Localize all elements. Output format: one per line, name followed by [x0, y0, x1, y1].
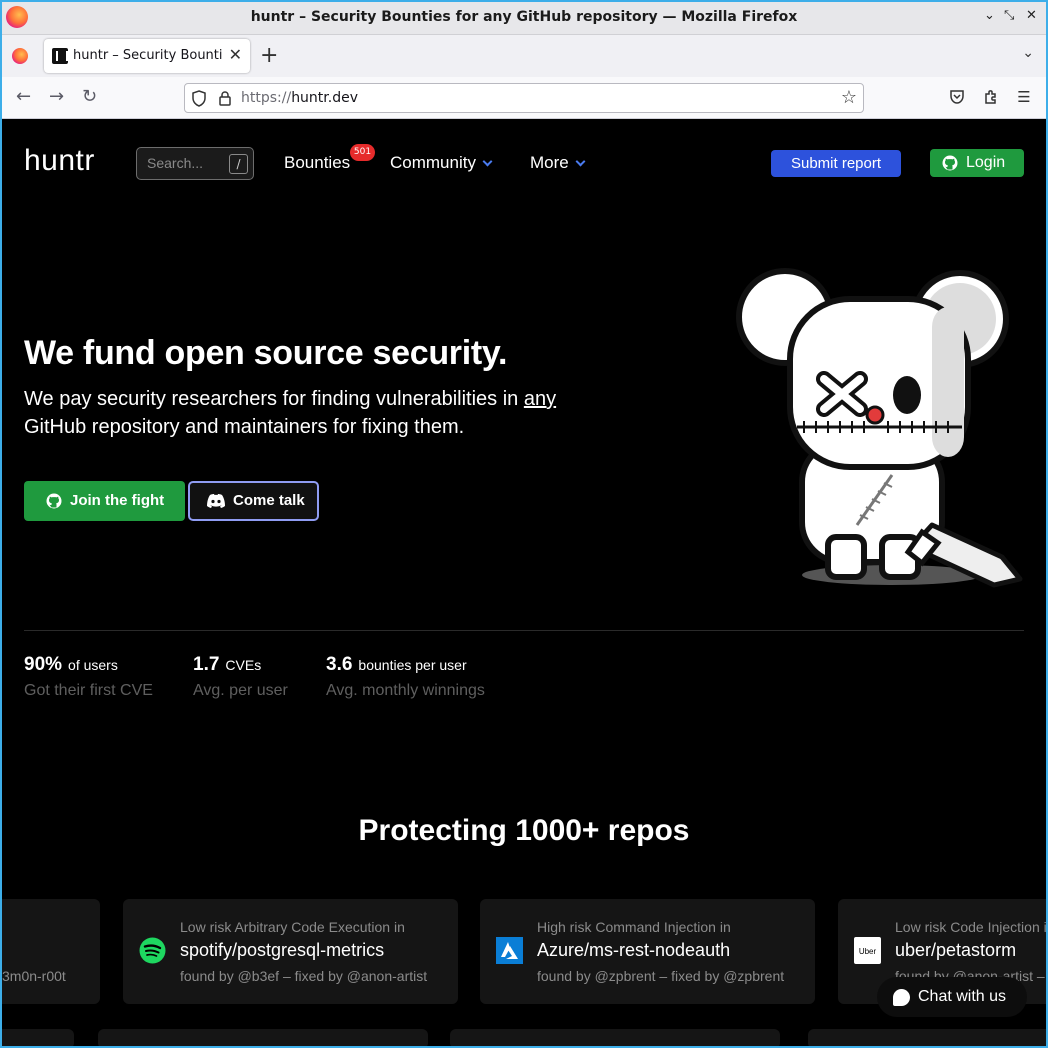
repo-card[interactable]: 3m0n-r00t: [2, 899, 100, 1004]
login-button[interactable]: Login: [930, 149, 1024, 177]
stat-unit: CVEs: [225, 657, 262, 673]
firefox-view-icon[interactable]: [12, 48, 28, 64]
url-protocol: https://: [241, 90, 292, 106]
submit-report-button[interactable]: Submit report: [771, 150, 901, 177]
lock-icon[interactable]: [218, 90, 232, 107]
repo-card-name[interactable]: spotify/postgresql-metrics: [180, 940, 384, 961]
repo-card[interactable]: [450, 1029, 780, 1046]
svg-text:Uber: Uber: [859, 947, 877, 956]
uber-icon: Uber: [854, 937, 881, 964]
repo-card-found-by: found by @b3ef – fixed by @anon-artist: [180, 968, 428, 984]
join-the-fight-button[interactable]: Join the fight: [24, 481, 185, 521]
tab-list-chevron-icon[interactable]: ⌄: [1022, 45, 1034, 61]
huntr-favicon-icon: [52, 48, 68, 64]
stat-unit: of users: [68, 657, 118, 673]
bounties-count-badge: 501: [350, 144, 375, 161]
restore-window-icon[interactable]: ⤡: [1004, 8, 1014, 23]
stat-description: Got their first CVE: [24, 682, 153, 699]
nav-more[interactable]: More: [530, 153, 586, 173]
chat-bubble-icon: [893, 989, 910, 1006]
window-titlebar: huntr – Security Bounties for any GitHub…: [0, 0, 1048, 35]
search-shortcut-key: /: [229, 154, 248, 174]
hero-title: We fund open source security.: [24, 334, 508, 372]
stat-value: 3.6: [326, 654, 353, 675]
chevron-down-icon: [482, 156, 493, 167]
tab-title: huntr – Security Bounties for any GitHub…: [73, 48, 223, 63]
bookmark-star-icon[interactable]: ☆: [841, 87, 857, 108]
stat-unit: bounties per user: [358, 657, 467, 673]
hero-subtitle-text: GitHub repository and maintainers for fi…: [24, 416, 465, 438]
nav-bounties-label: Bounties: [284, 153, 351, 172]
repo-card[interactable]: High risk Command Injection in Azure/ms-…: [480, 899, 815, 1004]
repo-card-found-by: 3m0n-r00t: [2, 968, 66, 984]
pocket-icon[interactable]: [948, 88, 966, 106]
back-icon[interactable]: ←: [16, 86, 31, 107]
chat-with-us-button[interactable]: Chat with us: [877, 977, 1027, 1017]
repo-card[interactable]: [2, 1029, 74, 1046]
spotify-icon: [139, 937, 166, 964]
huntr-logo[interactable]: huntr: [24, 144, 95, 178]
chevron-down-icon: [575, 156, 586, 167]
section-title-protecting-repos: Protecting 1000+ repos: [358, 814, 690, 847]
stat-first-cve: 90% of users Got their first CVE: [24, 654, 153, 700]
window-title: huntr – Security Bounties for any GitHub…: [250, 9, 798, 25]
url-host: huntr.dev: [291, 90, 359, 106]
divider: [24, 630, 1024, 631]
huntr-bear-mascot-illustration: [736, 268, 1023, 588]
tab-bar: huntr – Security Bounties for any GitHub…: [0, 35, 1048, 77]
azure-icon: [496, 937, 523, 964]
repo-card[interactable]: [98, 1029, 428, 1046]
chevron-down-icon[interactable]: ⌄: [984, 8, 995, 23]
stat-value: 1.7: [193, 654, 220, 675]
hero-subtitle: We pay security researchers for finding …: [24, 385, 614, 441]
github-icon: [942, 155, 958, 171]
repo-card[interactable]: [808, 1029, 1046, 1046]
nav-community[interactable]: Community: [390, 153, 493, 173]
nav-more-label: More: [530, 153, 569, 172]
repo-card-risk: Low risk Arbitrary Code Execution in: [180, 919, 405, 935]
discord-icon: [207, 494, 225, 508]
talk-label: Come talk: [233, 492, 305, 509]
tab-close-icon[interactable]: ✕: [229, 45, 242, 64]
url-text[interactable]: https://huntr.dev: [241, 90, 358, 106]
stat-bounties-per-user: 3.6 bounties per user Avg. monthly winnin…: [326, 654, 485, 700]
reload-icon[interactable]: ↻: [82, 86, 97, 107]
stat-cves-per-user: 1.7 CVEs Avg. per user: [193, 654, 288, 700]
repo-card-found-by: found by @zpbrent – fixed by @zpbrent: [537, 968, 785, 984]
stat-description: Avg. per user: [193, 682, 288, 699]
join-label: Join the fight: [70, 492, 165, 509]
url-bar[interactable]: https://huntr.dev ☆: [184, 83, 864, 113]
stat-value: 90%: [24, 654, 63, 675]
web-page: huntr Search... / Bounties 501 Community…: [2, 119, 1046, 1046]
hero-subtitle-text: We pay security researchers for finding …: [24, 388, 524, 410]
close-window-icon[interactable]: ✕: [1026, 8, 1037, 23]
nav-community-label: Community: [390, 153, 476, 172]
menu-hamburger-icon[interactable]: ☰: [1015, 88, 1033, 106]
stat-description: Avg. monthly winnings: [326, 682, 485, 699]
nav-bounties[interactable]: Bounties: [284, 153, 350, 173]
extensions-icon[interactable]: [982, 88, 1000, 106]
chat-label: Chat with us: [918, 988, 1007, 1005]
github-icon: [46, 493, 62, 509]
tracking-protection-shield-icon[interactable]: [192, 90, 206, 107]
repo-card-risk: High risk Command Injection in: [537, 919, 731, 935]
repo-card-name[interactable]: uber/petastorm: [895, 940, 1016, 961]
search-placeholder: Search...: [147, 155, 204, 171]
forward-icon[interactable]: →: [49, 86, 64, 107]
repo-card[interactable]: Low risk Arbitrary Code Execution in spo…: [123, 899, 458, 1004]
new-tab-icon[interactable]: +: [260, 43, 278, 68]
browser-navbar: ← → ↻ https://huntr.dev ☆ ☰: [0, 77, 1048, 119]
hero-subtitle-any-link[interactable]: any: [524, 388, 556, 410]
come-talk-button[interactable]: Come talk: [188, 481, 319, 521]
browser-tab-huntr[interactable]: huntr – Security Bounties for any GitHub…: [44, 39, 250, 73]
login-label: Login: [966, 154, 1006, 171]
search-input[interactable]: Search... /: [136, 147, 254, 180]
repo-card-name[interactable]: Azure/ms-rest-nodeauth: [537, 940, 730, 961]
repo-card-risk: Low risk Code Injection in: [895, 919, 1046, 935]
